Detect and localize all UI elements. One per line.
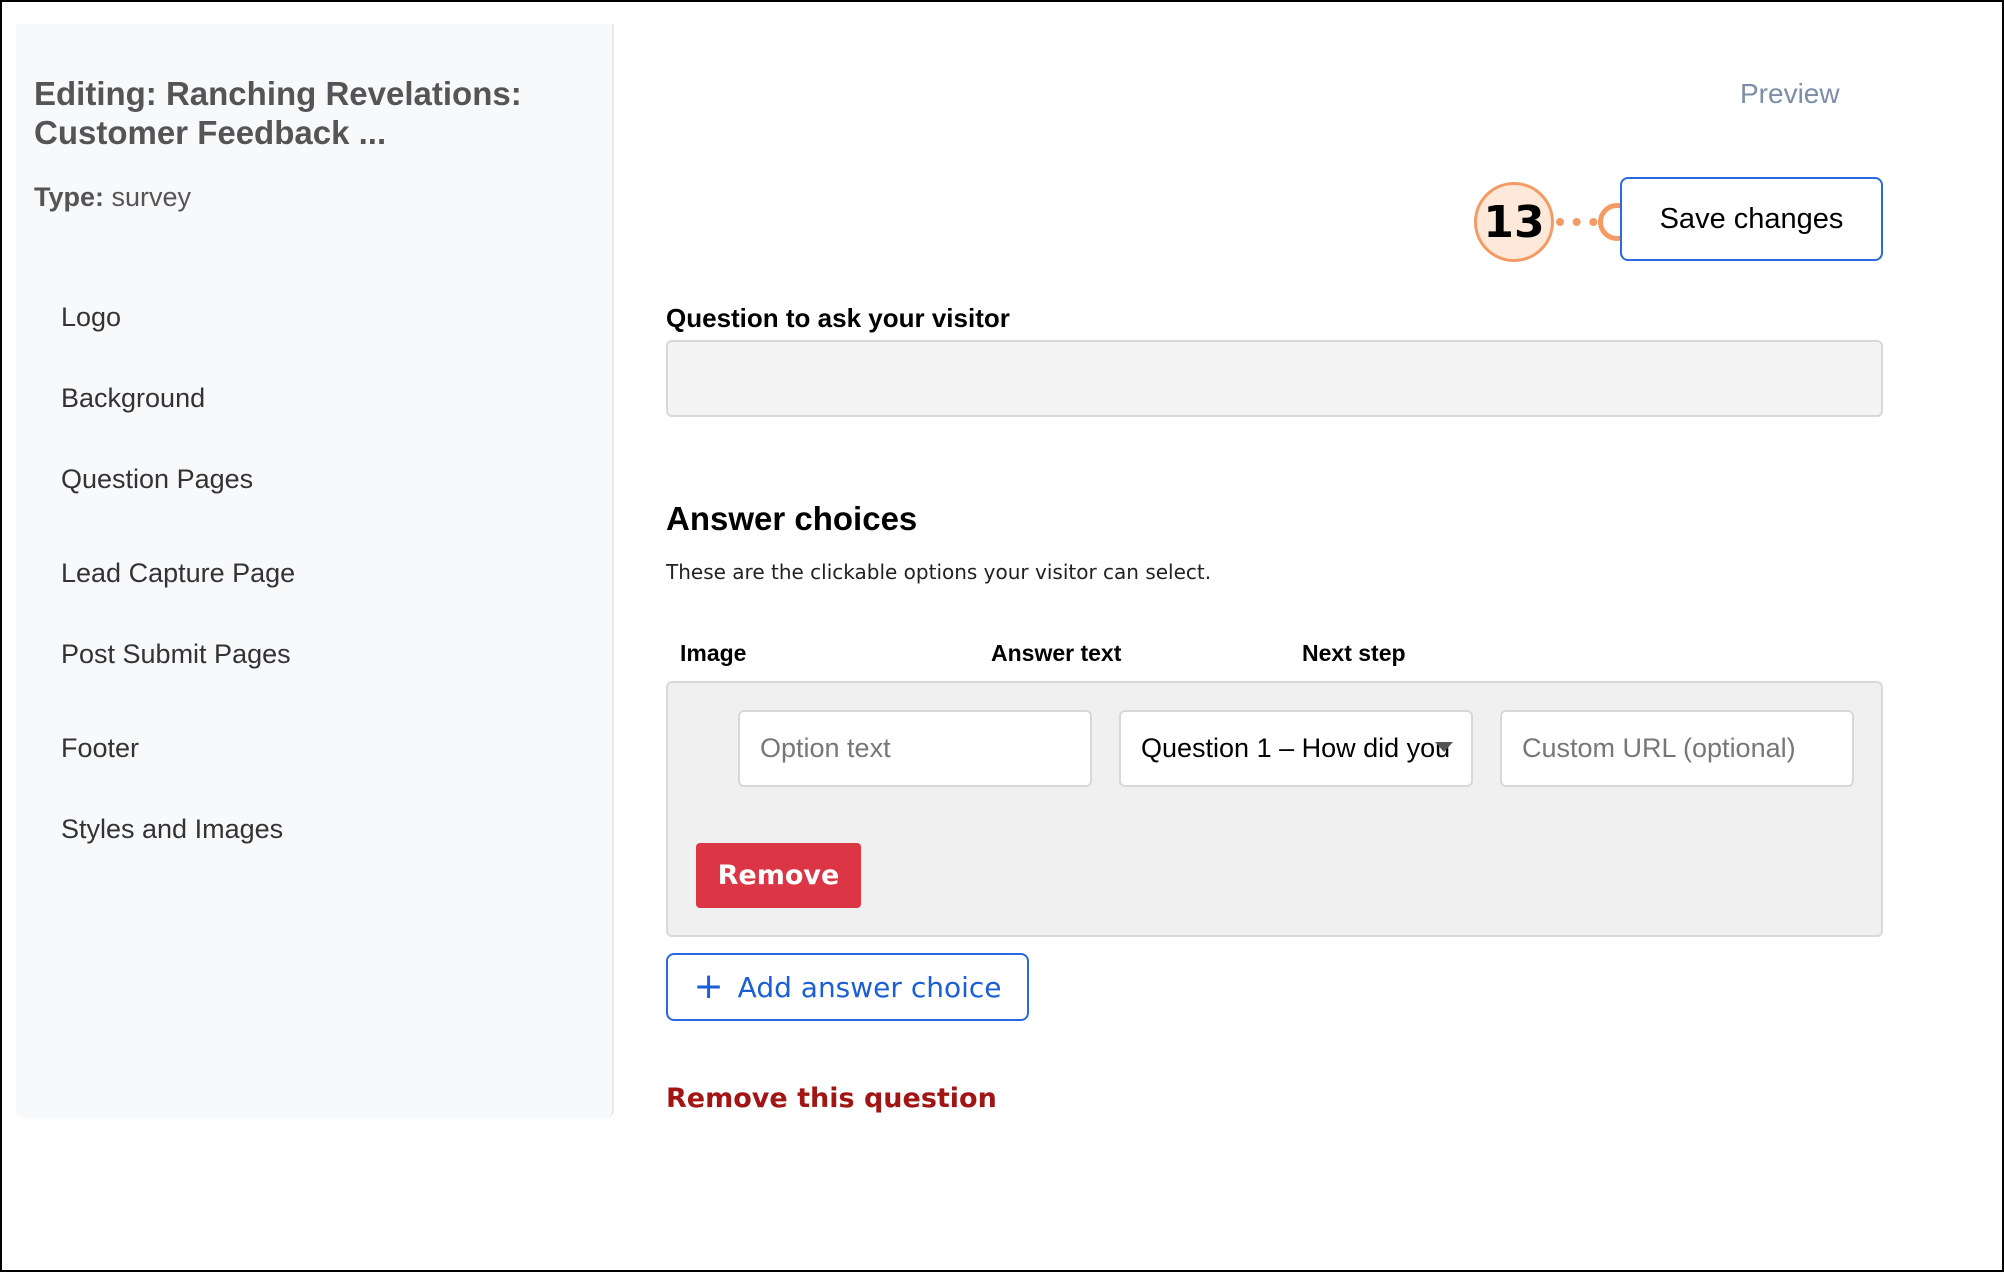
answer-choices-heading: Answer choices bbox=[666, 500, 918, 537]
sidebar-item-styles-and-images[interactable]: Styles and Images bbox=[61, 814, 283, 845]
sidebar-item-footer[interactable]: Footer bbox=[61, 733, 139, 764]
option-text-input[interactable] bbox=[738, 710, 1092, 787]
next-step-value: Question 1 – How did you bbox=[1141, 733, 1451, 763]
custom-url-input[interactable] bbox=[1500, 710, 1854, 787]
next-step-select[interactable]: Question 1 – How did you bbox=[1119, 710, 1473, 787]
remove-choice-button[interactable]: Remove bbox=[696, 843, 861, 908]
callout-badge: 13 bbox=[1474, 182, 1554, 262]
column-header-image: Image bbox=[680, 640, 747, 666]
remove-question-link[interactable]: Remove this question bbox=[666, 1083, 997, 1114]
column-header-answer-text: Answer text bbox=[991, 640, 1122, 666]
save-changes-button[interactable]: Save changes bbox=[1620, 177, 1883, 261]
sidebar-item-lead-capture-page[interactable]: Lead Capture Page bbox=[61, 558, 295, 589]
type-value: survey bbox=[111, 182, 192, 212]
sidebar: Editing: Ranching Revelations: Customer … bbox=[16, 24, 614, 1118]
add-answer-choice-label: Add answer choice bbox=[737, 970, 1002, 1004]
type-label: Type: bbox=[34, 182, 105, 212]
answer-choices-description: These are the clickable options your vis… bbox=[666, 560, 1212, 584]
plus-icon: + bbox=[693, 966, 724, 1007]
sidebar-item-background[interactable]: Background bbox=[61, 383, 205, 414]
question-label: Question to ask your visitor bbox=[666, 303, 1010, 333]
page-title: Editing: Ranching Revelations: Customer … bbox=[34, 75, 522, 151]
type-info: Type: survey bbox=[34, 182, 191, 213]
preview-link[interactable]: Preview bbox=[1740, 78, 1840, 110]
sidebar-item-question-pages[interactable]: Question Pages bbox=[61, 464, 253, 495]
chevron-down-icon bbox=[1435, 742, 1453, 752]
question-input[interactable] bbox=[666, 340, 1883, 417]
column-header-next-step: Next step bbox=[1302, 640, 1406, 666]
add-answer-choice-button[interactable]: + Add answer choice bbox=[666, 953, 1029, 1021]
sidebar-item-post-submit-pages[interactable]: Post Submit Pages bbox=[61, 639, 291, 670]
sidebar-item-logo[interactable]: Logo bbox=[61, 302, 121, 333]
answer-choice-row: Question 1 – How did you Remove bbox=[666, 681, 1883, 937]
